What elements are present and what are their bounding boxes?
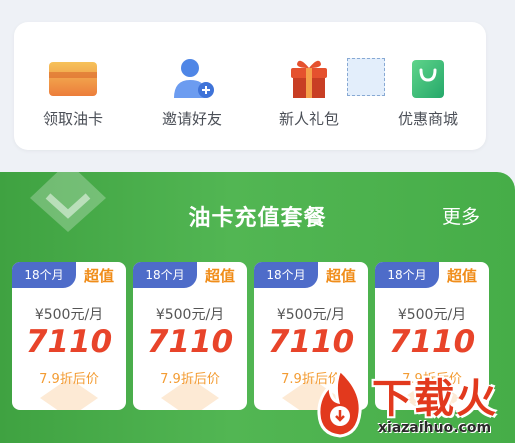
site-watermark: 下载火 xiazaihuo.com: [310, 360, 515, 443]
quick-action-mall[interactable]: 优惠商城: [373, 56, 483, 136]
watermark-text: 下载火: [372, 376, 498, 422]
quick-action-label: 新人礼包: [278, 110, 339, 128]
card-icon: [45, 56, 101, 100]
gift-icon: [281, 56, 337, 100]
monthly-price: ¥500元/月: [276, 307, 346, 323]
duration-badge: 18个月: [12, 262, 76, 288]
monthly-price: ¥500元/月: [397, 307, 467, 323]
watermark-url: xiazaihuo.com: [378, 420, 492, 436]
add-user-icon: [164, 56, 220, 100]
plan-card[interactable]: 18个月 超值 ¥500元/月 7110 7.9折后价: [12, 262, 126, 410]
flame-logo-icon: [317, 368, 362, 438]
total-price: 7110: [267, 324, 355, 360]
quick-action-label: 邀请好友: [161, 110, 222, 128]
value-tag: 超值: [447, 267, 478, 285]
quick-actions-card: 领取油卡 邀请好友 新人礼包 优惠商城: [14, 22, 486, 150]
value-tag: 超值: [326, 267, 357, 285]
quick-action-label: 领取油卡: [42, 110, 103, 128]
duration-badge: 18个月: [254, 262, 318, 288]
monthly-price: ¥500元/月: [34, 307, 104, 323]
value-tag: 超值: [84, 267, 115, 285]
diamond-watermark-icon: [40, 378, 98, 410]
value-tag: 超值: [205, 267, 236, 285]
diamond-watermark-icon: [161, 378, 219, 410]
quick-action-invite-friends[interactable]: 邀请好友: [137, 56, 247, 136]
quick-action-label: 优惠商城: [397, 110, 458, 128]
total-price: 7110: [146, 324, 234, 360]
monthly-price: ¥500元/月: [155, 307, 225, 323]
section-title: 油卡充值套餐: [188, 206, 327, 231]
more-link[interactable]: 更多: [442, 202, 480, 229]
total-price: 7110: [388, 324, 476, 360]
plan-card[interactable]: 18个月 超值 ¥500元/月 7110 7.9折后价: [133, 262, 247, 410]
duration-badge: 18个月: [375, 262, 439, 288]
total-price: 7110: [25, 324, 113, 360]
duration-badge: 18个月: [133, 262, 197, 288]
shopping-bag-icon: [400, 56, 456, 100]
quick-action-get-card[interactable]: 领取油卡: [18, 56, 128, 136]
